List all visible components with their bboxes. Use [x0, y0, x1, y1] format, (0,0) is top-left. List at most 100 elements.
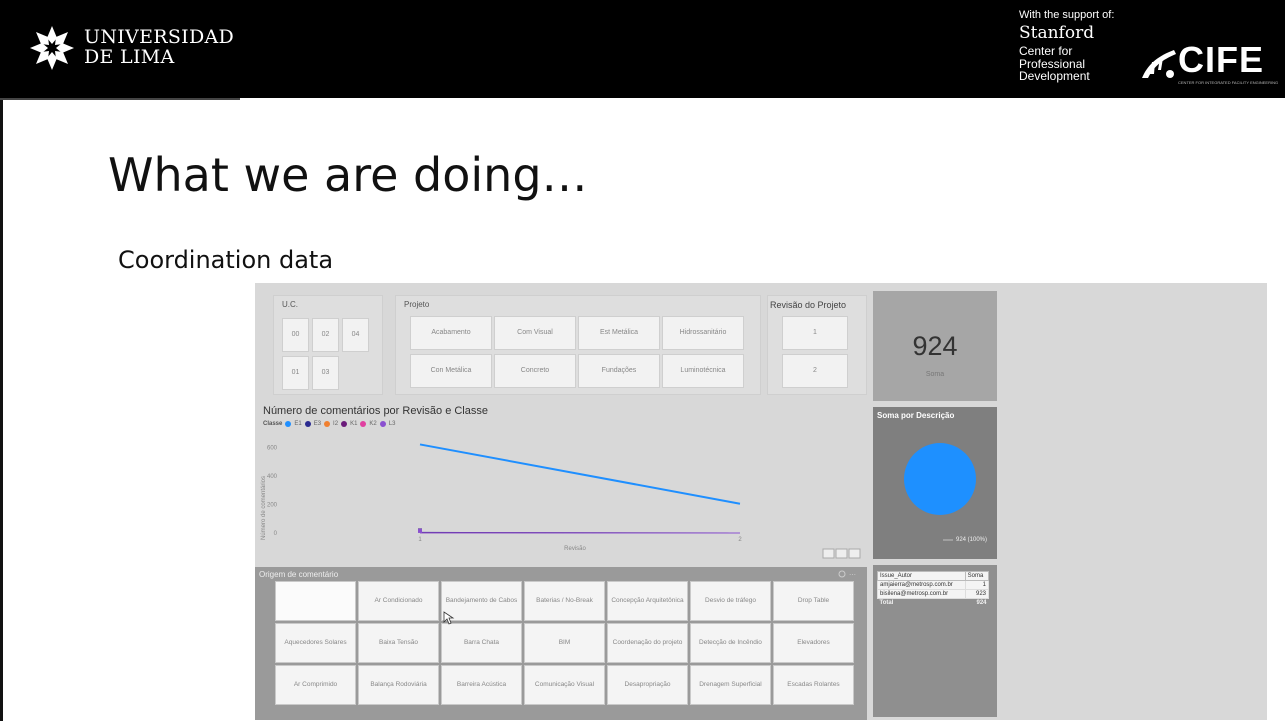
legend-item: E3	[313, 421, 322, 427]
legend-swatch	[379, 421, 386, 427]
uc-button[interactable]: 00	[282, 318, 309, 352]
table-total-row: Total 924	[877, 598, 989, 607]
origem-button[interactable]: Coordenação do projeto	[607, 623, 688, 663]
pie-slice[interactable]	[904, 443, 976, 515]
origem-button[interactable]: Barreira Acústica	[441, 665, 522, 705]
center-line3: Development	[1019, 69, 1090, 83]
origem-button[interactable]: Balança Rodoviária	[358, 665, 439, 705]
uc-slicer-label: U.C.	[282, 300, 298, 309]
uc-button[interactable]: 01	[282, 356, 309, 390]
series-line-e1[interactable]	[419, 443, 741, 505]
projeto-button[interactable]: Est Metálica	[578, 316, 660, 350]
origem-button[interactable]: Comunicação Visual	[524, 665, 605, 705]
total-label: Total	[877, 598, 966, 607]
uc-button[interactable]: 04	[342, 318, 369, 352]
cife-logo-text: CIFE	[1178, 39, 1265, 80]
table-row[interactable]: bisilena@metrosp.com.br 923	[877, 589, 990, 599]
university-logo-icon	[30, 26, 74, 70]
y-tick-label: 400	[267, 474, 278, 480]
y-tick-label: 600	[267, 445, 278, 451]
origem-button[interactable]: Ar Comprimido	[275, 665, 356, 705]
legend-swatch	[341, 421, 348, 427]
legend-swatch	[324, 421, 331, 427]
origem-button[interactable]: Concepção Arquitetônica	[607, 581, 688, 621]
origem-button[interactable]: BIM	[524, 623, 605, 663]
legend-swatch	[304, 421, 311, 427]
slide-subtitle: Coordination data	[118, 246, 334, 274]
table-cell: 923	[964, 589, 990, 599]
table-row[interactable]: amjaierra@metrosp.com.br 1	[877, 580, 990, 590]
revisao-button[interactable]: 2	[782, 354, 848, 388]
uc-button[interactable]: 03	[312, 356, 339, 390]
pie-panel: Soma por Descrição 924 (100%)	[873, 407, 997, 559]
x-tick-label: 1	[418, 537, 422, 543]
x-axis-label: Revisão	[564, 546, 586, 552]
center-professional-development: Center for Professional Development	[1019, 45, 1090, 83]
more-options-icon[interactable]: ⋯	[849, 572, 856, 579]
focus-mode-icon[interactable]	[835, 548, 848, 559]
projeto-button[interactable]: Concreto	[494, 354, 576, 388]
left-border	[0, 98, 3, 721]
uc-slicer: U.C. 00 02 04 01 03	[273, 295, 383, 395]
university-line1: UNIVERSIDAD	[84, 26, 235, 48]
origem-button[interactable]: Ar Condicionado	[358, 581, 439, 621]
origem-button[interactable]: Desapropriação	[607, 665, 688, 705]
legend-item: E1	[294, 421, 302, 427]
table-cell: amjaierra@metrosp.com.br	[877, 580, 966, 590]
uc-button[interactable]: 02	[312, 318, 339, 352]
projeto-button[interactable]: Con Metálica	[410, 354, 492, 388]
origem-button[interactable]: Baixa Tensão	[358, 623, 439, 663]
total-card: 924 Soma	[873, 291, 997, 401]
origem-button[interactable]: Escadas Rolantes	[773, 665, 854, 705]
legend-title: Classe	[263, 421, 283, 427]
university-name: UNIVERSIDAD DE LIMA	[84, 27, 234, 67]
y-tick-label: 200	[267, 502, 278, 508]
origem-button[interactable]: Barra Chata	[441, 623, 522, 663]
header-underline	[0, 98, 240, 100]
revisao-slicer-label: Revisão do Projeto	[770, 300, 847, 310]
gear-icon[interactable]	[838, 570, 846, 578]
origem-toolbar[interactable]: ⋯	[837, 569, 861, 579]
more-options-icon[interactable]	[848, 548, 861, 559]
projeto-button[interactable]: Com Visual	[494, 316, 576, 350]
chart-legend: Classe E1 E3 I2 K1 K2 L3	[263, 421, 395, 427]
table-cell: bisilena@metrosp.com.br	[877, 589, 966, 599]
origem-button[interactable]: Aquecedores Solares	[275, 623, 356, 663]
origem-slicer: Origem de comentário (Em branco) Ar Condi…	[255, 567, 867, 720]
projeto-button[interactable]: Acabamento	[410, 316, 492, 350]
pie-data-label: 924 (100%)	[956, 537, 988, 543]
origem-button[interactable]: Baterias / No-Break	[524, 581, 605, 621]
legend-item: I2	[333, 421, 339, 427]
column-header[interactable]: Soma	[964, 571, 990, 581]
column-header[interactable]: Issue_Autor	[877, 571, 966, 581]
origem-button[interactable]: Elevadores	[773, 623, 854, 663]
origem-button[interactable]: Desvio de tráfego	[690, 581, 771, 621]
x-tick-label: 2	[738, 537, 742, 543]
origem-button[interactable]: Drenagem Superficial	[690, 665, 771, 705]
dashboard-screenshot: U.C. 00 02 04 01 03 Projeto Acabamento C…	[255, 283, 1267, 720]
filter-icon[interactable]	[822, 548, 835, 559]
origem-button[interactable]: Detecção de Incêndio	[690, 623, 771, 663]
visual-toolbar[interactable]	[822, 548, 861, 559]
y-tick-label: 0	[274, 531, 278, 537]
total-value: 924	[965, 598, 989, 607]
center-line1: Center for	[1019, 44, 1073, 58]
revisao-button[interactable]: 1	[782, 316, 848, 350]
legend-item: L3	[388, 421, 396, 427]
origem-button[interactable]: (Em branco)	[275, 581, 356, 621]
data-point-l3[interactable]	[418, 528, 422, 533]
card-label: Soma	[925, 371, 945, 378]
projeto-button[interactable]: Fundações	[578, 354, 660, 388]
stanford-logo-text: Stanford	[1019, 23, 1095, 43]
university-line2: DE LIMA	[84, 46, 175, 68]
support-text: With the support of:	[1019, 9, 1115, 21]
projeto-button[interactable]: Hidrossanitário	[662, 316, 744, 350]
projeto-button[interactable]: Luminotécnica	[662, 354, 744, 388]
line-chart-title: Número de comentários por Revisão e Clas…	[263, 405, 488, 417]
legend-item: K2	[369, 421, 377, 427]
line-chart: Número de comentários 6004002000 12 Revi…	[261, 443, 861, 559]
origem-slicer-title: Origem de comentário	[259, 570, 339, 579]
origem-button[interactable]: Drop Table	[773, 581, 854, 621]
revisao-slicer: Revisão do Projeto 1 2	[767, 295, 867, 395]
table-header-row: Issue_Autor Soma	[877, 571, 990, 581]
